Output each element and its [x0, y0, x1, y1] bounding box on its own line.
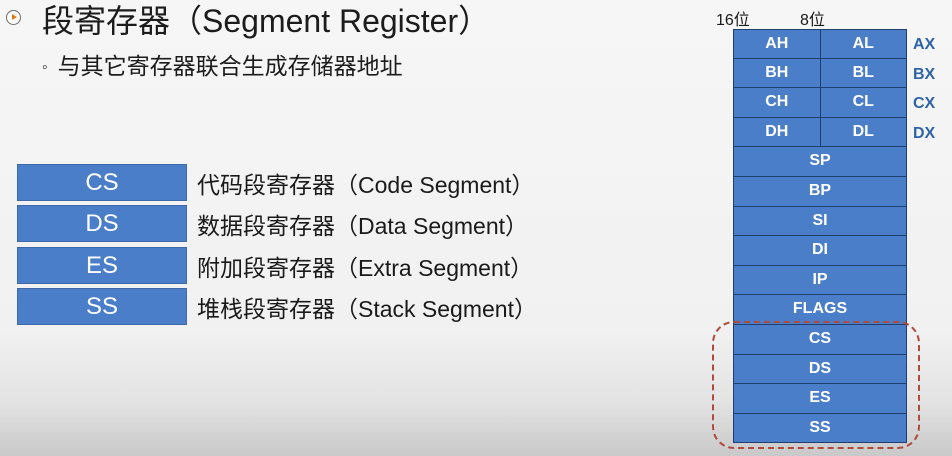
register-cell-sp: SP [809, 152, 831, 170]
register-cell-bl: BL [852, 63, 874, 81]
register-cell-si: SI [812, 211, 828, 229]
subtitle-text: 与其它寄存器联合生成存储器地址 [57, 53, 403, 79]
segment-box-cs: CS [17, 164, 187, 201]
hollow-bullet-icon: ◦ [42, 59, 48, 76]
segment-box-ss: SS [17, 288, 187, 325]
register-row-dx: DH DL [733, 117, 907, 148]
register-row-bp: BP [733, 176, 907, 207]
register-cell-al: AL [852, 35, 874, 52]
segment-register-highlight [712, 321, 920, 449]
bit-label-8: 8位 [800, 12, 825, 29]
segment-desc-es: 附加段寄存器（Extra Segment） [197, 254, 534, 281]
register-cell-dl: DL [852, 122, 874, 140]
segment-desc-ds: 数据段寄存器（Data Segment） [197, 212, 529, 239]
segment-row-ds: DS 数据段寄存器（Data Segment） [17, 205, 528, 242]
register-cell-flags: FLAGS [792, 300, 848, 318]
play-circle-icon [6, 10, 21, 25]
register-cell-ah: AH [734, 30, 821, 58]
register-row-sp: SP [733, 147, 907, 177]
segment-row-cs: CS 代码段寄存器（Code Segment） [17, 164, 534, 201]
slide-title: 段寄存器（Segment Register） [42, 3, 491, 39]
register-label-bx: BX [913, 66, 936, 83]
register-cell-dh: DH [734, 117, 821, 147]
register-label-dx: DX [913, 125, 936, 142]
register-cell-ch: CH [734, 88, 821, 117]
segment-row-ss: SS 堆栈段寄存器（Stack Segment） [17, 288, 537, 325]
slide-subtitle: ◦ 与其它寄存器联合生成存储器地址 [42, 51, 403, 85]
register-row-ax: AH AL [733, 29, 907, 59]
register-row-si: SI [733, 206, 907, 237]
register-label-cx: CX [913, 95, 936, 112]
bit-label-16: 16位 [716, 12, 750, 29]
register-cell-cl: CL [852, 93, 874, 111]
register-row-cx: CH CL [733, 88, 907, 118]
register-label-ax: AX [913, 36, 936, 53]
segment-box-es: ES [17, 247, 187, 284]
segment-box-ds: DS [17, 205, 187, 242]
segment-desc-ss: 堆栈段寄存器（Stack Segment） [197, 295, 537, 322]
segment-desc-cs: 代码段寄存器（Code Segment） [197, 171, 535, 198]
register-cell-di: DI [812, 241, 828, 259]
segment-row-es: ES 附加段寄存器（Extra Segment） [17, 247, 533, 284]
register-cell-ip: IP [812, 270, 828, 288]
register-row-bx: BH BL [733, 58, 907, 89]
register-cell-bh: BH [734, 58, 821, 88]
register-row-di: DI [733, 236, 907, 266]
register-cell-bp: BP [808, 181, 832, 199]
register-row-ip: IP [733, 265, 907, 296]
